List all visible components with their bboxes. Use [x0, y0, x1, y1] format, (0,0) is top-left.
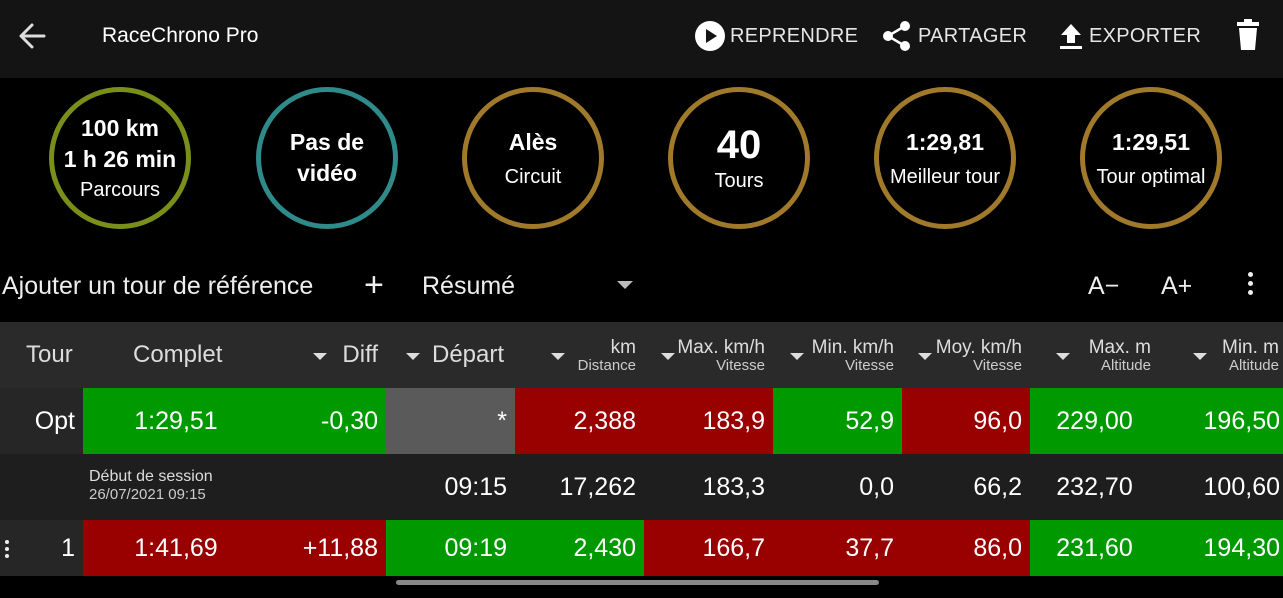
col-header-max-speed[interactable]: Max. km/h Vitesse	[644, 322, 773, 388]
font-decrease-button[interactable]: A−	[1088, 272, 1119, 301]
stat-label: Tour optimal	[1096, 165, 1206, 188]
cell-max-speed: 183,9	[644, 388, 773, 454]
col-header-min-speed[interactable]: Min. km/h Vitesse	[773, 322, 902, 388]
stat-value: 40	[716, 123, 762, 167]
resume-button[interactable]: REPRENDRE	[694, 20, 858, 52]
play-circle-icon	[695, 21, 725, 51]
sort-caret-icon	[1193, 353, 1207, 360]
cell-tour: 1	[0, 520, 83, 576]
cell-diff: +11,88	[269, 520, 386, 576]
cell-min-altitude: 196,50	[1159, 388, 1283, 454]
more-options-icon[interactable]	[1240, 268, 1260, 304]
stat-best-lap[interactable]: 1:29,81 Meilleur tour	[874, 87, 1016, 229]
stat-value: Pas de vidéo	[289, 129, 365, 186]
session-datetime: 26/07/2021 09:15	[89, 486, 206, 503]
resume-label: REPRENDRE	[730, 24, 859, 47]
stat-circuit[interactable]: Alès Circuit	[462, 87, 604, 229]
controls-row: Ajouter un tour de référence + Résumé A−…	[0, 250, 1283, 322]
sort-caret-icon	[661, 353, 675, 360]
stat-optimal-lap[interactable]: 1:29,51 Tour optimal	[1080, 87, 1222, 229]
col-header-complet[interactable]: Complet	[83, 322, 269, 388]
col-header-distance[interactable]: km Distance	[515, 322, 644, 388]
table-header: Tour Complet Diff Départ km Distance Max…	[0, 322, 1283, 388]
session-info: Début de session 26/07/2021 09:15	[89, 468, 349, 503]
row-menu-icon[interactable]	[5, 540, 10, 558]
col-header-diff[interactable]: Diff	[269, 322, 386, 388]
sort-caret-icon	[406, 353, 420, 360]
stat-video[interactable]: Pas de vidéo	[256, 87, 398, 229]
table-row-lap-1[interactable]: 1 1:41,69 +11,88 09:19 2,430 166,7 37,7 …	[0, 520, 1283, 576]
cell-distance: 2,430	[515, 520, 644, 576]
cell-max-speed: 166,7	[644, 520, 773, 576]
stat-label: Parcours	[79, 179, 161, 201]
col-header-min-altitude[interactable]: Min. m Altitude	[1159, 322, 1283, 388]
cell-diff: -0,30	[269, 388, 386, 454]
table-row-session[interactable]: Début de session 26/07/2021 09:15 09:15 …	[0, 454, 1283, 520]
sort-caret-icon	[551, 353, 565, 360]
cell-max-altitude: 232,70	[1056, 472, 1133, 501]
cell-complet: 1:29,51	[83, 388, 269, 454]
cell-depart: 09:19	[386, 520, 515, 576]
delete-trash-icon[interactable]	[1234, 18, 1262, 52]
stat-value: 1:29,81	[905, 128, 984, 155]
dropdown-caret-icon[interactable]	[617, 281, 633, 289]
add-reference-lap-button[interactable]: Ajouter un tour de référence	[2, 272, 313, 301]
export-label: EXPORTER	[1089, 24, 1202, 47]
col-header-depart[interactable]: Départ	[386, 322, 515, 388]
stat-label: Meilleur tour	[889, 165, 1001, 188]
stat-value: 1:29,51	[1111, 128, 1190, 155]
col-header-avg-speed[interactable]: Moy. km/h Vitesse	[902, 322, 1030, 388]
table-row-opt[interactable]: Opt 1:29,51 -0,30 * 2,388 183,9 52,9 96,…	[0, 388, 1283, 454]
plus-icon[interactable]: +	[364, 266, 384, 305]
cell-complet: 1:41,69	[83, 520, 269, 576]
share-label: PARTAGER	[918, 24, 1028, 47]
cell-avg-speed: 96,0	[902, 388, 1030, 454]
cell-min-speed: 52,9	[773, 388, 902, 454]
cell-distance: 2,388	[515, 388, 644, 454]
sort-caret-icon	[790, 353, 804, 360]
share-icon	[883, 21, 910, 51]
cell-depart: 09:15	[444, 472, 507, 501]
cell-min-speed: 0,0	[859, 472, 894, 501]
sort-caret-icon	[313, 353, 327, 360]
stat-label: Tours	[714, 170, 764, 192]
cell-depart: *	[386, 388, 515, 454]
cell-max-altitude: 231,60	[1030, 520, 1159, 576]
share-button[interactable]: PARTAGER	[880, 20, 1027, 52]
stat-parcours[interactable]: 100 km 1 h 26 min Parcours	[49, 87, 191, 229]
session-title: Début de session	[89, 468, 213, 485]
sort-caret-icon	[918, 353, 932, 360]
cell-min-altitude: 100,60	[1203, 472, 1280, 501]
gesture-home-bar[interactable]	[396, 580, 879, 585]
col-header-max-altitude[interactable]: Max. m Altitude	[1030, 322, 1159, 388]
stat-value: Alès	[508, 128, 558, 155]
cell-tour: Opt	[0, 388, 83, 454]
upload-icon	[1060, 24, 1082, 49]
stat-label: Circuit	[504, 165, 562, 188]
app-bar: RaceChrono Pro REPRENDRE PARTAGER EXPORT…	[0, 0, 1283, 78]
cell-min-speed: 37,7	[773, 520, 902, 576]
font-increase-button[interactable]: A+	[1161, 272, 1192, 301]
cell-max-speed: 183,3	[702, 472, 765, 501]
app-title: RaceChrono Pro	[102, 24, 259, 47]
stat-tours[interactable]: 40 Tours	[668, 87, 810, 229]
cell-distance: 17,262	[559, 472, 636, 501]
summary-stats: 100 km 1 h 26 min Parcours Pas de vidéo …	[0, 78, 1283, 248]
cell-avg-speed: 66,2	[973, 472, 1022, 501]
back-arrow-icon[interactable]	[14, 18, 54, 54]
view-select[interactable]: Résumé	[422, 272, 515, 301]
col-header-tour[interactable]: Tour	[0, 322, 83, 388]
cell-avg-speed: 86,0	[902, 520, 1030, 576]
cell-min-altitude: 194,30	[1159, 520, 1283, 576]
cell-max-altitude: 229,00	[1030, 388, 1159, 454]
stat-value: 100 km 1 h 26 min	[63, 115, 177, 172]
export-button[interactable]: EXPORTER	[1057, 20, 1201, 52]
sort-caret-icon	[1056, 353, 1070, 360]
